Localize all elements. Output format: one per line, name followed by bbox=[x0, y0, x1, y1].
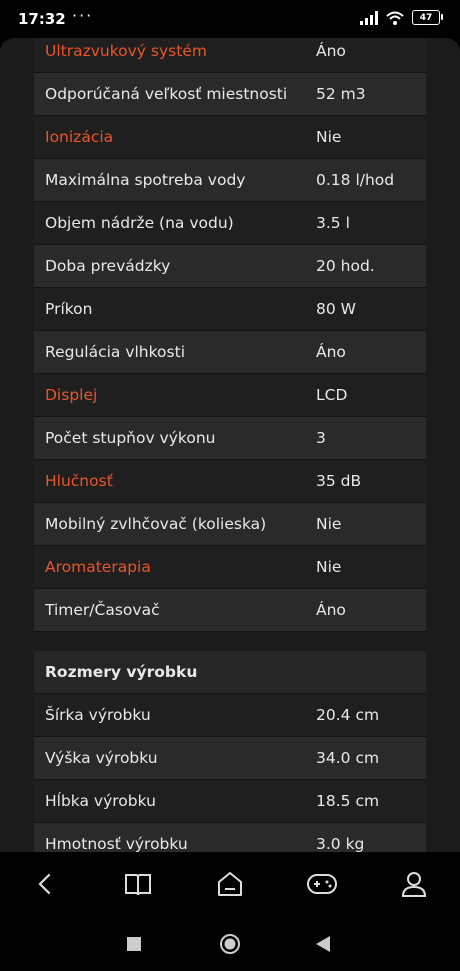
spec-value: 20.4 cm bbox=[316, 706, 380, 724]
spec-row: Displej LCD bbox=[34, 374, 426, 417]
spec-value: Nie bbox=[316, 128, 342, 146]
spec-label: Počet stupňov výkonu bbox=[45, 429, 216, 447]
home-button[interactable] bbox=[205, 859, 255, 909]
spec-value: 0.18 l/hod bbox=[316, 171, 395, 189]
spec-row: Hlučnosť 35 dB bbox=[34, 460, 426, 503]
status-icons: 47 bbox=[360, 10, 443, 25]
games-button[interactable] bbox=[297, 859, 347, 909]
spec-label: Objem nádrže (na vodu) bbox=[45, 214, 234, 232]
spec-row: Mobilný zvlhčovač (kolieska) Nie bbox=[34, 503, 426, 546]
spec-value: 52 m3 bbox=[316, 85, 366, 103]
spec-label: Regulácia vlhkosti bbox=[45, 343, 185, 361]
home-circle-icon[interactable] bbox=[219, 933, 241, 955]
spec-value: 34.0 cm bbox=[316, 749, 380, 767]
spec-row: Príkon 80 W bbox=[34, 288, 426, 331]
spec-value: 35 dB bbox=[316, 472, 362, 490]
spec-row: Ultrazvukový systém Áno bbox=[34, 38, 426, 73]
profile-icon bbox=[401, 872, 427, 897]
spec-value: 80 W bbox=[316, 300, 356, 318]
spec-row: Objem nádrže (na vodu) 3.5 l bbox=[34, 202, 426, 245]
spec-row: Ionizácia Nie bbox=[34, 116, 426, 159]
spec-label[interactable]: Displej bbox=[34, 386, 304, 404]
specs-table: Ultrazvukový systém Áno Odporúčaná veľkosť… bbox=[34, 38, 426, 852]
spec-label: Šírka výrobku bbox=[45, 706, 151, 724]
dimensions-header: Rozmery výrobku bbox=[34, 651, 426, 694]
spec-label: Hĺbka výrobku bbox=[45, 792, 156, 810]
spec-label: Hmotnosť výrobku bbox=[45, 835, 188, 852]
bottom-nav bbox=[0, 852, 460, 916]
spec-label[interactable]: Aromaterapia bbox=[34, 558, 304, 576]
spec-value: Nie bbox=[316, 515, 342, 533]
spec-row: Šírka výrobku 20.4 cm bbox=[34, 694, 426, 737]
spec-label: Doba prevádzky bbox=[45, 257, 171, 275]
book-icon bbox=[125, 874, 151, 896]
spec-label[interactable]: Hlučnosť bbox=[34, 472, 304, 490]
spec-value: 3.0 kg bbox=[316, 835, 365, 852]
spec-row: Timer/Časovač Áno bbox=[34, 589, 426, 632]
spec-row: Hĺbka výrobku 18.5 cm bbox=[34, 780, 426, 823]
spec-value: Áno bbox=[316, 343, 346, 361]
back-triangle-icon[interactable] bbox=[316, 936, 330, 952]
spec-label: Odporúčaná veľkosť miestnosti bbox=[45, 85, 288, 103]
spec-value: LCD bbox=[316, 386, 348, 404]
back-button[interactable] bbox=[21, 859, 71, 909]
notification-dots: ··· bbox=[72, 6, 94, 25]
spec-label: Maximálna spotreba vody bbox=[45, 171, 246, 189]
profile-button[interactable] bbox=[389, 859, 439, 909]
dimensions-title: Rozmery výrobku bbox=[45, 663, 198, 681]
spec-row: Regulácia vlhkosti Áno bbox=[34, 331, 426, 374]
spec-row: Aromaterapia Nie bbox=[34, 546, 426, 589]
recents-icon[interactable] bbox=[127, 937, 141, 951]
spec-value: 3.5 l bbox=[316, 214, 350, 232]
wifi-icon bbox=[386, 11, 404, 25]
battery-icon: 47 bbox=[412, 10, 443, 25]
spec-label: Výška výrobku bbox=[45, 749, 158, 767]
status-bar: 17:32 ··· 47 bbox=[0, 0, 460, 38]
signal-icon bbox=[360, 10, 378, 25]
spec-label[interactable]: Ultrazvukový systém bbox=[34, 42, 304, 60]
gamepad-icon bbox=[307, 874, 337, 894]
spec-label[interactable]: Ionizácia bbox=[34, 128, 304, 146]
spec-value: 3 bbox=[316, 429, 326, 447]
spec-label: Mobilný zvlhčovač (kolieska) bbox=[45, 515, 267, 533]
spec-value: 18.5 cm bbox=[316, 792, 380, 810]
spec-label: Príkon bbox=[45, 300, 93, 318]
spec-value: Áno bbox=[316, 601, 346, 619]
spec-row: Odporúčaná veľkosť miestnosti 52 m3 bbox=[34, 73, 426, 116]
spec-row: Maximálna spotreba vody 0.18 l/hod bbox=[34, 159, 426, 202]
spec-row: Počet stupňov výkonu 3 bbox=[34, 417, 426, 460]
back-icon bbox=[38, 873, 51, 895]
spec-value: Nie bbox=[316, 558, 342, 576]
spec-row: Výška výrobku 34.0 cm bbox=[34, 737, 426, 780]
home-icon bbox=[218, 872, 242, 896]
system-nav bbox=[0, 916, 460, 971]
spec-row: Hmotnosť výrobku 3.0 kg bbox=[34, 823, 426, 852]
spec-value: Áno bbox=[316, 42, 346, 60]
product-specs-page[interactable]: Ultrazvukový systém Áno Odporúčaná veľkosť… bbox=[0, 38, 460, 852]
catalog-button[interactable] bbox=[113, 859, 163, 909]
spec-row: Doba prevádzky 20 hod. bbox=[34, 245, 426, 288]
status-time: 17:32 bbox=[18, 10, 66, 28]
spec-label: Timer/Časovač bbox=[45, 601, 160, 619]
spec-value: 20 hod. bbox=[316, 257, 375, 275]
